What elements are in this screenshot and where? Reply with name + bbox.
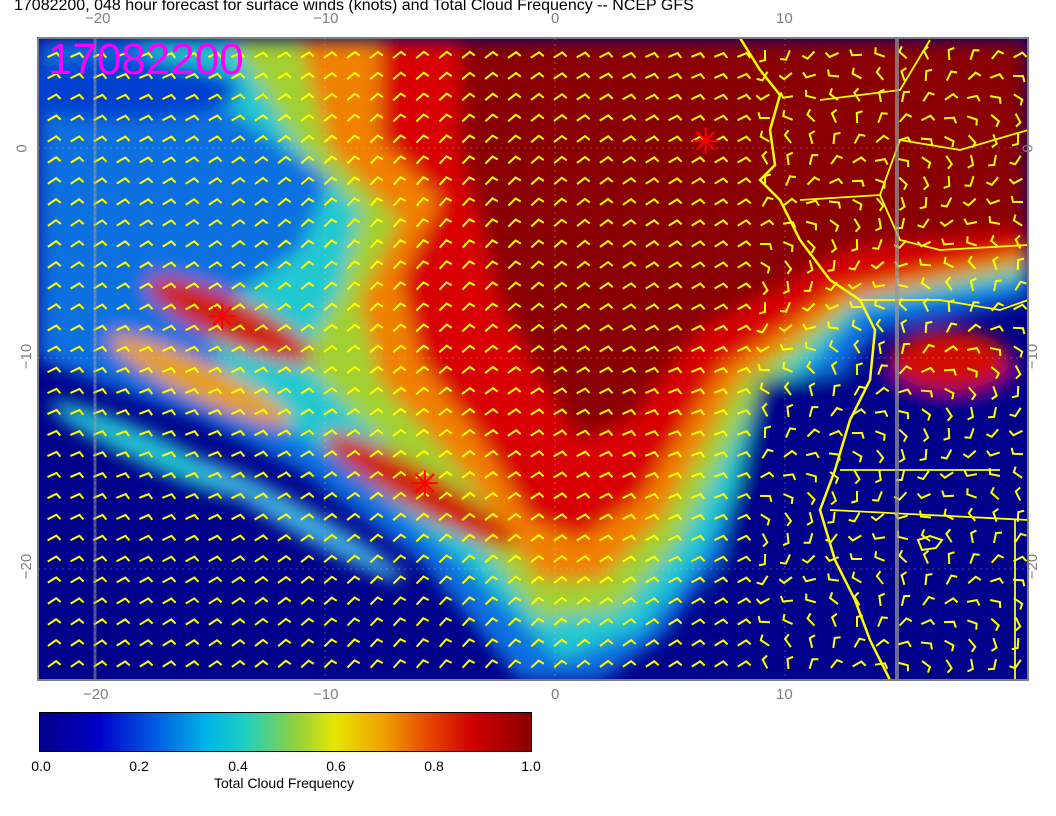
lat-tick-right: −20 (1024, 553, 1042, 580)
lon-tick-bottom: 10 (776, 686, 793, 703)
colorbar-tick: 0.2 (129, 758, 149, 774)
colorbar-tick: 0.0 (31, 758, 51, 774)
storm-marker (692, 127, 719, 154)
colorbar (39, 712, 532, 752)
lon-tick-bottom: 0 (551, 686, 560, 703)
lat-tick-left: −10 (18, 343, 36, 370)
map-panel (37, 37, 1029, 681)
colorbar-tick: 0.8 (424, 758, 444, 774)
timestamp-label: 17082200 (48, 35, 244, 84)
lon-tick-top: 0 (551, 10, 560, 27)
lat-tick-right: 0 (1019, 144, 1037, 153)
lon-tick-top: −20 (85, 10, 111, 27)
colorbar-tick: 1.0 (521, 758, 541, 774)
colorbar-tick: 0.4 (228, 758, 248, 774)
colorbar-title: Total Cloud Frequency (213, 775, 355, 791)
lat-tick-right: −10 (1024, 343, 1042, 370)
lat-tick-left: 0 (13, 144, 31, 153)
lon-tick-top: 10 (776, 10, 793, 27)
lon-tick-top: −10 (313, 10, 339, 27)
lat-tick-left: −20 (18, 553, 36, 580)
lon-tick-bottom: −10 (313, 686, 339, 703)
lon-tick-bottom: −20 (83, 686, 109, 703)
colorbar-tick: 0.6 (326, 758, 346, 774)
